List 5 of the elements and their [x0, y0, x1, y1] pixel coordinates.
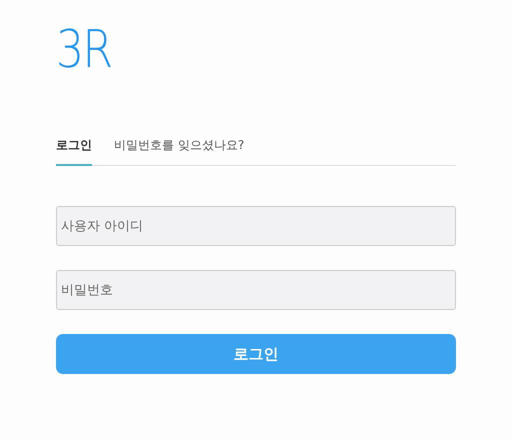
input-field[interactable]: 사용자 아이디 — [56, 206, 456, 246]
tab[interactable]: 비밀번호를 잊으셨나요? — [114, 136, 244, 166]
logo: 3R — [56, 24, 112, 76]
tab[interactable]: 로그인 — [56, 136, 92, 166]
input-field[interactable]: 비밀번호 — [56, 270, 456, 310]
